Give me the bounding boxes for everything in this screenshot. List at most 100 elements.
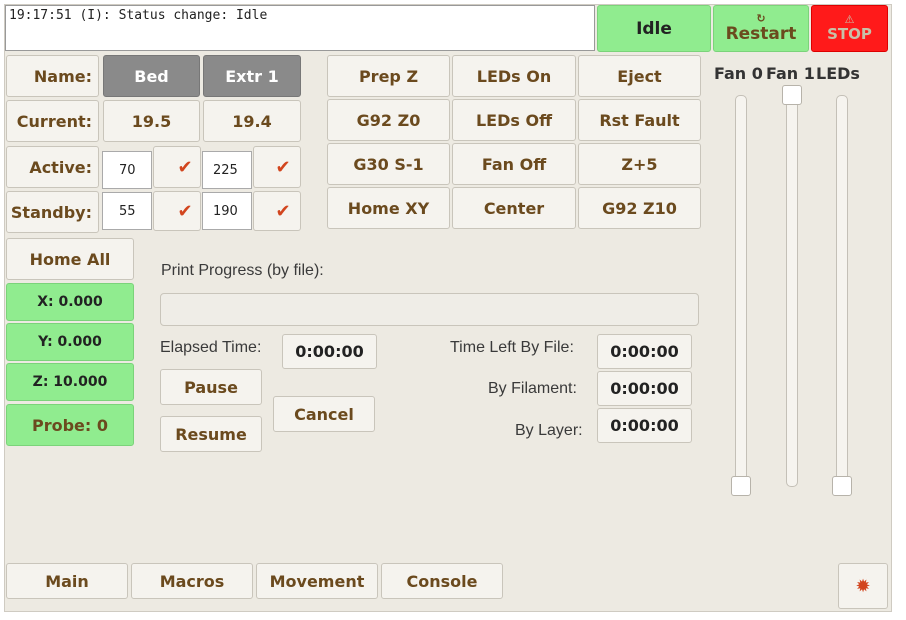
macro-g92-z10-button[interactable]: G92 Z10 <box>578 187 701 229</box>
macro-label: Fan Off <box>481 154 547 174</box>
y-position: Y: 0.000 <box>6 323 134 361</box>
extr-standby-value: 190 <box>213 203 238 219</box>
z-position-value: Z: 10.000 <box>32 374 108 390</box>
active-label-text: Active: <box>29 157 92 177</box>
home-all-label: Home All <box>29 249 111 269</box>
elapsed-time-value: 0:00:00 <box>282 334 377 369</box>
tab-macros[interactable]: Macros <box>131 563 253 599</box>
restart-button[interactable]: ↻ Restart <box>713 5 809 52</box>
probe-value-text: Probe: 0 <box>31 415 108 435</box>
z-position: Z: 10.000 <box>6 363 134 401</box>
settings-button[interactable]: ✹ <box>838 563 888 609</box>
tab-label: Movement <box>269 571 365 591</box>
extr-current-value: 19.4 <box>232 111 272 131</box>
pause-label: Pause <box>184 377 238 397</box>
extr-standby-input[interactable]: 190 <box>202 192 252 230</box>
by-filament-text: 0:00:00 <box>610 379 679 398</box>
tab-main[interactable]: Main <box>6 563 128 599</box>
fan0-label: Fan 0 <box>714 64 763 83</box>
macro-eject-button[interactable]: Eject <box>578 55 701 97</box>
macro-g92-z0-button[interactable]: G92 Z0 <box>327 99 450 141</box>
status-log[interactable]: 19:17:51 (I): Status change: Idle <box>5 5 595 51</box>
by-filament-value: 0:00:00 <box>597 371 692 406</box>
current-label: Current: <box>6 100 99 142</box>
extr-current-temp: 19.4 <box>203 100 301 142</box>
resume-label: Resume <box>175 424 247 444</box>
tab-label: Console <box>406 571 478 591</box>
bed-active-input[interactable]: 70 <box>102 151 152 189</box>
standby-label: Standby: <box>6 191 99 233</box>
name-label-text: Name: <box>33 66 92 86</box>
extr-active-set-button[interactable]: ✔ <box>253 146 301 188</box>
status-log-text: 19:17:51 (I): Status change: Idle <box>9 8 268 23</box>
x-position-value: X: 0.000 <box>37 294 103 310</box>
elapsed-time-label: Elapsed Time: <box>160 339 262 356</box>
active-label: Active: <box>6 146 99 188</box>
fan1-slider-handle[interactable] <box>782 85 802 105</box>
time-left-file-value: 0:00:00 <box>597 334 692 369</box>
bed-active-set-button[interactable]: ✔ <box>153 146 201 188</box>
fan0-slider-track[interactable] <box>735 95 747 490</box>
macro-label: LEDs Off <box>475 110 553 130</box>
bed-current-value: 19.5 <box>131 111 172 131</box>
fan0-slider-handle[interactable] <box>731 476 751 496</box>
time-left-file-text: 0:00:00 <box>610 342 679 361</box>
y-position-value: Y: 0.000 <box>38 334 102 350</box>
macro-prep-z-button[interactable]: Prep Z <box>327 55 450 97</box>
leds-slider-handle[interactable] <box>832 476 852 496</box>
extr-active-input[interactable]: 225 <box>202 151 252 189</box>
macro-label: Rst Fault <box>599 110 680 130</box>
macro-label: G30 S-1 <box>353 154 424 174</box>
macro-label: Z+5 <box>621 154 658 174</box>
leds-label: LEDs <box>816 64 860 83</box>
extruder-heater-button[interactable]: Extr 1 <box>203 55 301 97</box>
bed-standby-value: 55 <box>119 203 136 219</box>
extr-active-value: 225 <box>213 162 238 178</box>
cancel-label: Cancel <box>294 404 354 424</box>
bed-standby-input[interactable]: 55 <box>102 192 152 230</box>
macro-g30-button[interactable]: G30 S-1 <box>327 143 450 185</box>
macro-center-button[interactable]: Center <box>452 187 576 229</box>
check-icon: ✔ <box>275 156 291 178</box>
macro-fan-off-button[interactable]: Fan Off <box>452 143 576 185</box>
leds-slider-track[interactable] <box>836 95 848 490</box>
check-icon: ✔ <box>177 156 193 178</box>
probe-value: Probe: 0 <box>6 404 134 446</box>
macro-leds-on-button[interactable]: LEDs On <box>452 55 576 97</box>
stop-button[interactable]: ⚠ STOP <box>811 5 888 52</box>
tab-movement[interactable]: Movement <box>256 563 378 599</box>
print-progress-label: Print Progress (by file): <box>161 262 324 279</box>
home-all-button[interactable]: Home All <box>6 238 134 280</box>
macro-leds-off-button[interactable]: LEDs Off <box>452 99 576 141</box>
macro-label: Home XY <box>347 198 430 218</box>
resume-button[interactable]: Resume <box>160 416 262 452</box>
by-layer-value: 0:00:00 <box>597 408 692 443</box>
macro-label: Prep Z <box>358 66 419 86</box>
macro-label: Eject <box>617 66 662 86</box>
stop-label: STOP <box>827 25 872 43</box>
pause-button[interactable]: Pause <box>160 369 262 405</box>
by-filament-label: By Filament: <box>488 380 577 397</box>
tab-label: Main <box>45 571 89 591</box>
tab-console[interactable]: Console <box>381 563 503 599</box>
bed-standby-set-button[interactable]: ✔ <box>153 191 201 231</box>
by-layer-label: By Layer: <box>515 422 583 439</box>
status-text: Idle <box>636 18 672 39</box>
macro-label: LEDs On <box>476 66 552 86</box>
macro-rst-fault-button[interactable]: Rst Fault <box>578 99 701 141</box>
warning-icon: ⚠ <box>844 13 855 26</box>
macro-z-plus-5-button[interactable]: Z+5 <box>578 143 701 185</box>
cancel-button[interactable]: Cancel <box>273 396 375 432</box>
macro-home-xy-button[interactable]: Home XY <box>327 187 450 229</box>
bed-active-value: 70 <box>119 162 136 178</box>
fan1-slider-track[interactable] <box>786 95 798 487</box>
extr-standby-set-button[interactable]: ✔ <box>253 191 301 231</box>
bed-heater-button[interactable]: Bed <box>103 55 200 97</box>
gear-icon: ✹ <box>855 575 871 597</box>
progress-bar <box>160 293 699 326</box>
bed-current-temp: 19.5 <box>103 100 200 142</box>
tab-label: Macros <box>159 571 225 591</box>
restart-label: Restart <box>725 24 797 44</box>
macro-label: G92 Z10 <box>602 198 677 218</box>
by-layer-text: 0:00:00 <box>610 416 679 435</box>
